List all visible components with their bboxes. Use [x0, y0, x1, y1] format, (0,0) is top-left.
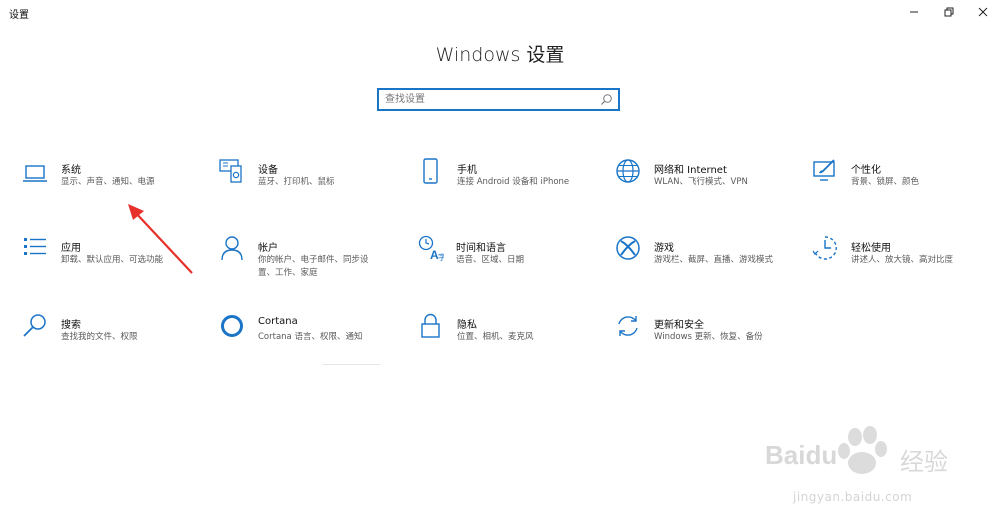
annotation-arrow	[128, 204, 193, 274]
xbox-icon	[615, 235, 641, 261]
lock-icon	[418, 313, 444, 339]
tile-name: 个性化	[851, 165, 881, 176]
tile-name: 搜索	[61, 320, 81, 331]
phone-icon	[418, 158, 444, 184]
tile-network[interactable]: 网络和 Internet WLAN、飞行模式、VPN	[615, 158, 805, 208]
search-box[interactable]	[377, 88, 620, 111]
apps-list-icon	[22, 235, 48, 261]
tile-devices[interactable]: 设备 蓝牙、打印机、鼠标	[219, 158, 409, 208]
tile-accounts[interactable]: 帐户 你的帐户、电子邮件、同步设 置、工作、家庭	[219, 235, 409, 285]
tile-desc: 背景、锁屏、颜色	[851, 177, 920, 187]
tile-name: 应用	[61, 243, 81, 254]
tile-desc: WLAN、飞行模式、VPN	[654, 177, 748, 187]
tile-name: 系统	[61, 165, 81, 176]
watermark-url: jingyan.baidu.com	[793, 490, 913, 504]
divider	[322, 364, 380, 365]
tile-desc: Cortana 语言、权限、通知	[258, 332, 363, 342]
tile-desc: 位置、相机、麦克风	[457, 332, 534, 342]
tile-cortana[interactable]: Cortana Cortana 语言、权限、通知	[219, 313, 409, 363]
minimize-button[interactable]	[897, 0, 931, 24]
search-icon[interactable]	[600, 93, 613, 106]
tile-desc: 查找我的文件、权限	[61, 332, 138, 342]
tile-name: 隐私	[457, 320, 477, 331]
cortana-icon	[219, 313, 245, 339]
tile-name: 网络和 Internet	[654, 165, 727, 176]
globe-icon	[615, 158, 641, 184]
watermark-cn: 经验	[900, 448, 948, 476]
keyboard-icon	[219, 158, 245, 184]
person-icon	[219, 235, 245, 261]
ease-of-access-icon	[812, 235, 838, 261]
minimize-icon	[910, 11, 918, 13]
tile-search[interactable]: 搜索 查找我的文件、权限	[22, 313, 212, 363]
tile-name: 游戏	[654, 243, 674, 254]
tile-desc: Windows 更新、恢复、备份	[654, 332, 763, 342]
tile-privacy[interactable]: 隐私 位置、相机、麦克风	[418, 313, 608, 363]
close-button[interactable]	[966, 0, 1000, 24]
tile-personalization[interactable]: 个性化 背景、锁屏、颜色	[812, 158, 1000, 208]
title-bar: 设置	[0, 0, 1000, 28]
watermark-brand: Baidu	[765, 440, 838, 470]
tile-gaming[interactable]: 游戏 游戏栏、截屏、直播、游戏模式	[615, 235, 805, 285]
sync-icon	[615, 313, 641, 339]
maximize-button[interactable]	[932, 0, 966, 24]
tile-desc: 讲述人、放大镜、高对比度	[851, 255, 954, 265]
page-title: Windows 设置	[435, 44, 565, 66]
tile-name: 更新和安全	[654, 320, 704, 331]
paint-icon	[812, 158, 838, 184]
svg-text:字: 字	[438, 252, 444, 261]
tile-name: 帐户	[258, 243, 278, 254]
tile-desc: 蓝牙、打印机、鼠标	[258, 177, 335, 187]
tile-phone[interactable]: 手机 连接 Android 设备和 iPhone	[418, 158, 608, 208]
tile-name: Cortana	[258, 316, 298, 327]
tile-name: 轻松使用	[851, 243, 891, 254]
tile-desc: 你的帐户、电子邮件、同步设 置、工作、家庭	[258, 255, 369, 278]
tile-desc: 游戏栏、截屏、直播、游戏模式	[654, 255, 774, 265]
tile-ease-of-access[interactable]: 轻松使用 讲述人、放大镜、高对比度	[812, 235, 1000, 285]
tile-desc: 显示、声音、通知、电源	[61, 177, 155, 187]
restore-icon	[944, 7, 954, 17]
tile-desc: 连接 Android 设备和 iPhone	[457, 177, 570, 187]
tile-name: 手机	[457, 165, 477, 176]
search-input[interactable]	[385, 92, 595, 107]
close-icon	[978, 7, 988, 17]
tile-update-security[interactable]: 更新和安全 Windows 更新、恢复、备份	[615, 313, 805, 363]
tile-name: 设备	[258, 165, 278, 176]
time-language-icon: A字	[418, 235, 446, 262]
tile-time-language[interactable]: A字 时间和语言 语音、区域、日期	[418, 235, 608, 285]
tile-name: 时间和语言	[456, 243, 506, 254]
search-icon	[22, 313, 48, 339]
laptop-icon	[22, 161, 48, 187]
tile-desc: 语音、区域、日期	[456, 255, 525, 265]
app-title: 设置	[9, 10, 29, 21]
